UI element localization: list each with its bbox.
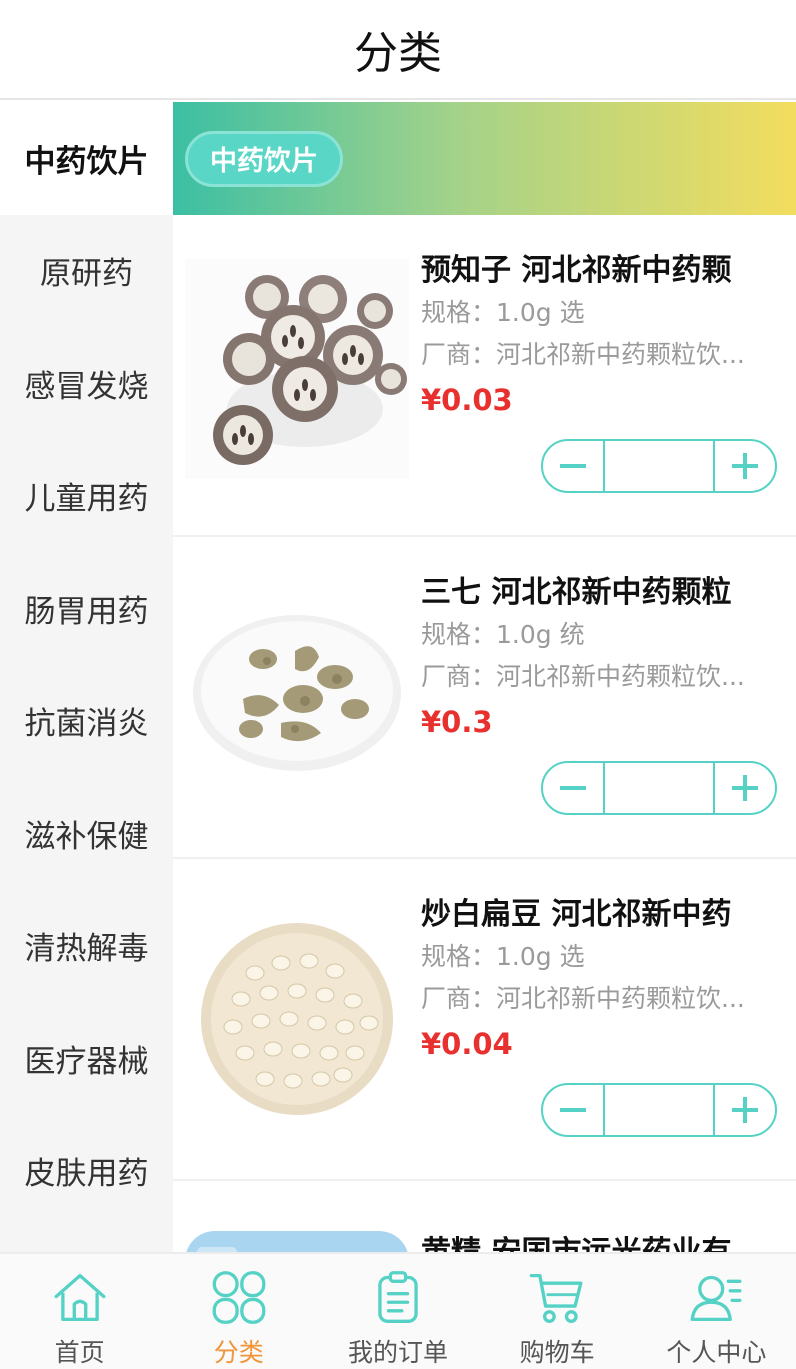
sidebar-item-ganmao-fashao[interactable]: 感冒发烧 [0, 327, 173, 440]
cart-icon [529, 1273, 583, 1323]
home-icon [54, 1273, 106, 1322]
top-bar: 分类 [0, 0, 796, 100]
yuzhizi-slices-image [185, 259, 409, 479]
decrease-button[interactable] [543, 1085, 603, 1135]
quantity-input[interactable] [603, 441, 715, 491]
quantity-stepper [541, 761, 777, 815]
product-card[interactable]: 预知子 河北祁新中药颗 规格：1.0g 选 厂商：河北祁新中药颗粒饮... ¥0… [173, 215, 796, 537]
decrease-button[interactable] [543, 763, 603, 813]
sidebar-item-changwei-yongyao[interactable]: 肠胃用药 [0, 552, 173, 665]
page-title: 分类 [354, 28, 442, 79]
sidebar-item-label: 儿童用药 [24, 481, 149, 518]
product-image[interactable] [185, 259, 409, 479]
order-icon [378, 1271, 418, 1323]
minus-icon [560, 464, 586, 468]
product-card[interactable]: 炒白扁豆 河北祁新中药 规格：1.0g 选 厂商：河北祁新中药颗粒饮... ¥0… [173, 859, 796, 1181]
tab-cart[interactable]: 购物车 [478, 1254, 637, 1369]
product-name[interactable]: 预知子 河北祁新中药颗 [421, 245, 791, 289]
minus-icon [560, 1108, 586, 1112]
product-spec: 规格：1.0g 统 [421, 620, 585, 649]
category-sidebar: 中药饮片 原研药 感冒发烧 儿童用药 肠胃用药 抗菌消炎 滋补保健 清热解毒 医… [0, 102, 173, 1252]
tab-label: 分类 [213, 1338, 264, 1367]
sidebar-item-yuanyanyao[interactable]: 原研药 [0, 215, 173, 328]
product-price: ¥0.04 [421, 1027, 513, 1061]
sidebar-item-label: 皮肤用药 [24, 1156, 149, 1193]
product-card[interactable]: 三七 河北祁新中药颗粒 规格：1.0g 统 厂商：河北祁新中药颗粒饮... ¥0… [173, 537, 796, 859]
product-spec: 规格：1.0g 选 [421, 942, 585, 971]
profile-icon [690, 1275, 742, 1322]
quantity-stepper [541, 439, 777, 493]
sidebar-item-label: 滋补保健 [24, 818, 149, 855]
product-name[interactable]: 黄精 安国市远光药业有 [421, 1227, 791, 1252]
product-name[interactable]: 三七 河北祁新中药颗粒 [421, 567, 791, 611]
tab-home[interactable]: 首页 [0, 1254, 159, 1369]
category-banner: 中药饮片 [173, 102, 796, 215]
tab-label: 首页 [54, 1338, 105, 1367]
product-card[interactable]: 黄精 安国市远光药业有 [173, 1181, 796, 1252]
tab-profile[interactable]: 个人中心 [637, 1254, 796, 1369]
product-name[interactable]: 炒白扁豆 河北祁新中药 [421, 889, 791, 933]
increase-button[interactable] [715, 441, 775, 491]
product-image[interactable] [185, 581, 409, 801]
product-manufacturer: 厂商：河北祁新中药颗粒饮... [421, 662, 745, 691]
sidebar-item-kangjun-xiaoyan[interactable]: 抗菌消炎 [0, 665, 173, 778]
huangjing-image [185, 1231, 409, 1252]
tab-orders[interactable]: 我的订单 [318, 1254, 477, 1369]
tab-label: 购物车 [519, 1338, 595, 1367]
increase-button[interactable] [715, 1085, 775, 1135]
white-beans-image [185, 903, 409, 1123]
product-price: ¥0.3 [421, 705, 493, 739]
increase-button[interactable] [715, 763, 775, 813]
subcategory-chip[interactable]: 中药饮片 [185, 130, 343, 187]
product-spec: 规格：1.0g 选 [421, 298, 585, 327]
sidebar-item-label: 肠胃用药 [24, 593, 149, 630]
product-manufacturer: 厂商：河北祁新中药颗粒饮... [421, 984, 745, 1013]
sidebar-item-label: 医疗器械 [24, 1043, 149, 1080]
product-image[interactable] [185, 1231, 409, 1252]
product-list-panel: 中药饮片 预知子 河北祁新中药颗 规格：1.0g 选 厂商：河北祁新中药颗粒饮.… [173, 102, 796, 1252]
sidebar-item-label: 抗菌消炎 [24, 706, 149, 743]
sidebar-item-label: 感冒发烧 [24, 368, 149, 405]
quantity-input[interactable] [603, 763, 715, 813]
sidebar-item-label: 中药饮片 [24, 143, 149, 180]
minus-icon [560, 786, 586, 790]
plus-icon [732, 453, 758, 479]
product-price: ¥0.03 [421, 383, 513, 417]
plus-icon [732, 1097, 758, 1123]
sidebar-item-yiliao-qixie[interactable]: 医疗器械 [0, 1002, 173, 1115]
quantity-stepper [541, 1083, 777, 1137]
product-image[interactable] [185, 903, 409, 1123]
sidebar-item-pifu-yongyao[interactable]: 皮肤用药 [0, 1115, 173, 1228]
category-icon [212, 1271, 266, 1324]
tab-category[interactable]: 分类 [159, 1254, 318, 1369]
sidebar-item-label: 清热解毒 [24, 931, 149, 968]
sanqi-root-image [185, 581, 409, 801]
plus-icon [732, 775, 758, 801]
sidebar-item-zibu-baojian[interactable]: 滋补保健 [0, 777, 173, 890]
sidebar-item-zhongyao-yinpian[interactable]: 中药饮片 [0, 102, 173, 215]
sidebar-item-ertong-yongyao[interactable]: 儿童用药 [0, 440, 173, 553]
product-manufacturer: 厂商：河北祁新中药颗粒饮... [421, 340, 745, 369]
decrease-button[interactable] [543, 441, 603, 491]
sidebar-item-label: 原研药 [40, 256, 133, 293]
tab-label: 我的订单 [347, 1338, 448, 1367]
quantity-input[interactable] [603, 1085, 715, 1135]
tab-label: 个人中心 [666, 1338, 767, 1367]
bottom-tab-bar: 首页 分类 我的订单 购物车 个人中心 [0, 1252, 796, 1369]
sidebar-item-qingre-jiedu[interactable]: 清热解毒 [0, 890, 173, 1003]
